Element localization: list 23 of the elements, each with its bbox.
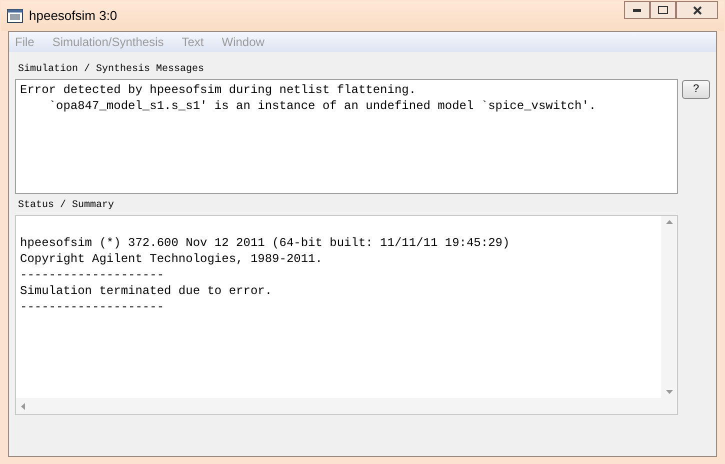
maximize-button[interactable] xyxy=(650,1,676,19)
minimize-button[interactable] xyxy=(624,1,650,19)
message-line: Error detected by hpeesofsim during netlist flattening. xyxy=(20,82,416,98)
vertical-scrollbar[interactable] xyxy=(661,216,677,398)
section-label: Simulation / Synthesis Messages xyxy=(18,62,206,77)
help-button[interactable]: ? xyxy=(682,80,710,99)
status-line: Simulation terminated due to error. xyxy=(20,283,272,299)
maximize-icon xyxy=(658,6,668,14)
status-line: -------------------- xyxy=(20,299,164,315)
status-line: hpeesofsim (*) 372.600 Nov 12 2011 (64-bit built: 11/11/11 19:45:29) xyxy=(20,235,510,251)
scroll-down-icon xyxy=(666,390,672,394)
horizontal-scrollbar[interactable] xyxy=(16,398,677,414)
status-line: -------------------- xyxy=(20,267,164,283)
status-line: Copyright Agilent Technologies, 1989-2011. xyxy=(20,251,322,267)
section-label: Status / Summary xyxy=(18,198,116,213)
window-title: hpeesofsim 3:0 xyxy=(29,7,118,26)
scroll-left-icon xyxy=(21,402,25,410)
minimize-icon xyxy=(633,8,641,12)
app-icon xyxy=(7,9,23,23)
message-line: `opa847_model_s1.s_s1' is an instance of an undefined model `spice_vswitch'. xyxy=(48,98,596,114)
close-button[interactable] xyxy=(676,1,718,19)
close-icon xyxy=(692,6,702,14)
scroll-up-icon xyxy=(666,220,672,224)
